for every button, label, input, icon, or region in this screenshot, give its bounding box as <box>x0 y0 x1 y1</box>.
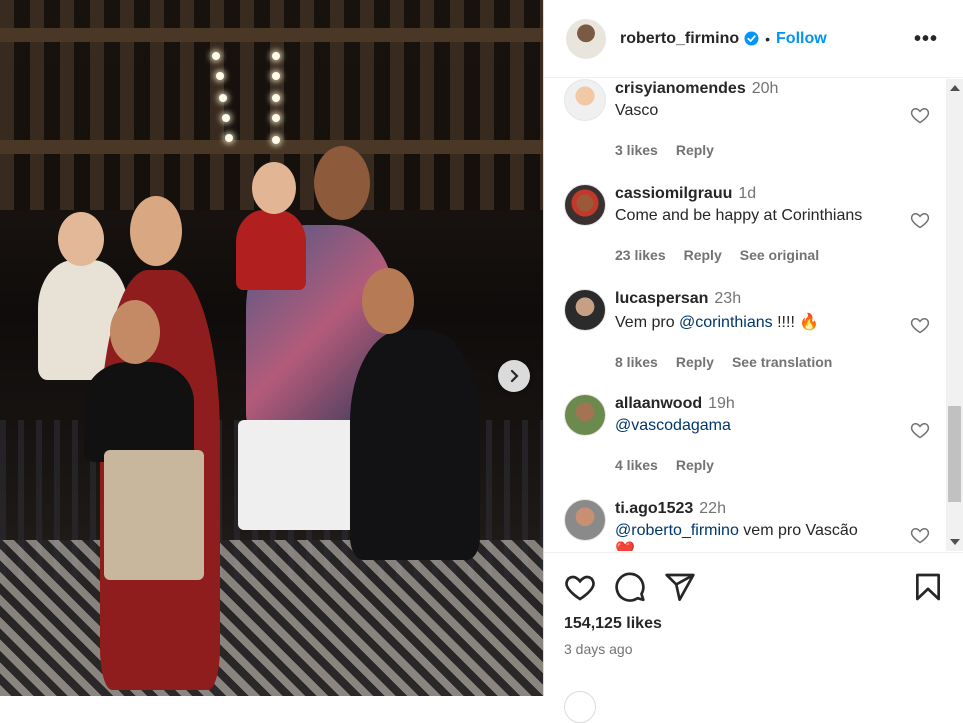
comment-time[interactable]: 23h <box>714 290 741 307</box>
separator-dot: • <box>765 30 771 47</box>
comment-text: Come and be happy at Corinthians <box>615 207 863 224</box>
comment-likes[interactable]: 23 likes <box>615 247 666 263</box>
heart-icon[interactable] <box>910 525 930 545</box>
comment-username[interactable]: ti.ago1523 <box>615 500 693 517</box>
comment-text: Vem pro @corinthians !!!! 🔥 <box>615 312 915 332</box>
heart-icon[interactable] <box>910 420 930 440</box>
see-translation-button[interactable]: See translation <box>732 354 832 370</box>
comment-item: lucaspersan 23h Vem pro @corinthians !!!!… <box>564 289 948 394</box>
bookmark-icon[interactable] <box>912 571 944 603</box>
follow-button[interactable]: Follow <box>776 30 827 48</box>
photo-beam <box>0 28 543 42</box>
reply-button[interactable]: Reply <box>676 354 714 370</box>
chevron-right-icon <box>510 369 519 383</box>
scroll-up-arrow[interactable] <box>950 85 960 91</box>
photo-beam <box>0 140 543 154</box>
comment-time[interactable]: 20h <box>752 80 779 97</box>
comment-item: cassiomilgrauu 1d Come and be happy at Co… <box>564 184 948 289</box>
comment-username[interactable]: allaanwood <box>615 395 702 412</box>
more-options-icon[interactable]: ••• <box>914 28 938 51</box>
ceiling-light <box>272 52 280 60</box>
commenter-avatar[interactable] <box>564 184 606 226</box>
baby-head <box>252 162 296 214</box>
woman-head <box>130 196 182 266</box>
ceiling-light <box>212 52 220 60</box>
girl-black-top <box>84 362 194 462</box>
heart-icon[interactable] <box>564 571 596 603</box>
author-avatar[interactable] <box>566 18 606 59</box>
comment-text-line2: ❤️ <box>615 542 635 551</box>
mention-link[interactable]: @corinthians <box>679 314 773 331</box>
comment-text: @roberto_firmino vem pro Vascão <box>615 522 915 540</box>
comment-likes[interactable]: 8 likes <box>615 354 658 370</box>
ceiling-light <box>216 72 224 80</box>
comments-list[interactable]: crisyianomendes 20h Vasco 3 likes Reply ca… <box>544 79 948 551</box>
comment-time[interactable]: 1d <box>738 185 756 202</box>
share-icon[interactable] <box>664 571 696 603</box>
verified-badge-icon <box>744 31 759 46</box>
comment-item: ti.ago1523 22h @roberto_firmino vem pro V… <box>564 499 948 551</box>
reply-button[interactable]: Reply <box>684 247 722 263</box>
author-username[interactable]: roberto_firmino <box>620 30 739 48</box>
child-head <box>58 212 104 266</box>
post-header: roberto_firmino • Follow ••• <box>544 0 963 78</box>
comment-time[interactable]: 22h <box>699 500 726 517</box>
ceiling-light <box>272 136 280 144</box>
baby-red-outfit <box>236 210 306 290</box>
man-white-shorts <box>238 420 358 530</box>
next-photo-button[interactable] <box>498 360 530 392</box>
comments-scrollbar[interactable] <box>946 79 963 551</box>
comment-text-prefix: Vem pro <box>615 314 680 331</box>
comment-likes[interactable]: 3 likes <box>615 142 658 158</box>
heart-icon[interactable] <box>910 105 930 125</box>
ceiling-light <box>272 94 280 102</box>
mention-link[interactable]: @roberto_firmino <box>615 522 739 539</box>
comment-text: @vascodagama <box>615 417 915 435</box>
comment-item: allaanwood 19h @vascodagama 4 likes Reply <box>564 394 948 499</box>
girl-black-dress <box>350 330 480 560</box>
comment-username[interactable]: crisyianomendes <box>615 80 746 97</box>
post-side-panel: roberto_firmino • Follow ••• crisyianome… <box>543 0 963 723</box>
comment-item: crisyianomendes 20h Vasco 3 likes Reply <box>564 79 948 184</box>
post-time[interactable]: 3 days ago <box>564 641 633 657</box>
mention-link[interactable]: @vascodagama <box>615 417 731 434</box>
comment-time[interactable]: 19h <box>708 395 735 412</box>
commenter-avatar[interactable] <box>564 289 606 331</box>
heart-icon[interactable] <box>910 210 930 230</box>
girl-head <box>110 300 160 364</box>
ceiling-light <box>222 114 230 122</box>
reply-button[interactable]: Reply <box>676 457 714 473</box>
post-photo[interactable] <box>0 0 543 696</box>
heart-icon[interactable] <box>910 315 930 335</box>
commenter-avatar[interactable] <box>564 79 606 121</box>
comment-icon[interactable] <box>614 571 646 603</box>
scroll-down-arrow[interactable] <box>950 539 960 545</box>
see-original-button[interactable]: See original <box>740 247 819 263</box>
photo-floor <box>0 540 543 696</box>
girl-right-head <box>362 268 414 334</box>
comment-username[interactable]: lucaspersan <box>615 290 708 307</box>
ceiling-light <box>219 94 227 102</box>
comment-username[interactable]: cassiomilgrauu <box>615 185 732 202</box>
comment-text: Vasco <box>615 102 659 119</box>
man-head <box>314 146 370 220</box>
ceiling-light <box>272 114 280 122</box>
likes-count[interactable]: 154,125 likes <box>564 615 662 633</box>
commenter-avatar[interactable] <box>564 394 606 436</box>
comment-text-suffix: !!!! 🔥 <box>772 314 820 331</box>
comment-likes[interactable]: 4 likes <box>615 457 658 473</box>
scroll-thumb[interactable] <box>948 406 961 502</box>
ceiling-light <box>272 72 280 80</box>
reply-button[interactable]: Reply <box>676 142 714 158</box>
commenter-avatar[interactable] <box>564 499 606 541</box>
comment-text-suffix: vem pro Vascão <box>738 522 858 539</box>
ceiling-light <box>225 134 233 142</box>
girl-beige-shorts <box>104 450 204 580</box>
post-actions: 154,125 likes 3 days ago <box>544 552 963 723</box>
